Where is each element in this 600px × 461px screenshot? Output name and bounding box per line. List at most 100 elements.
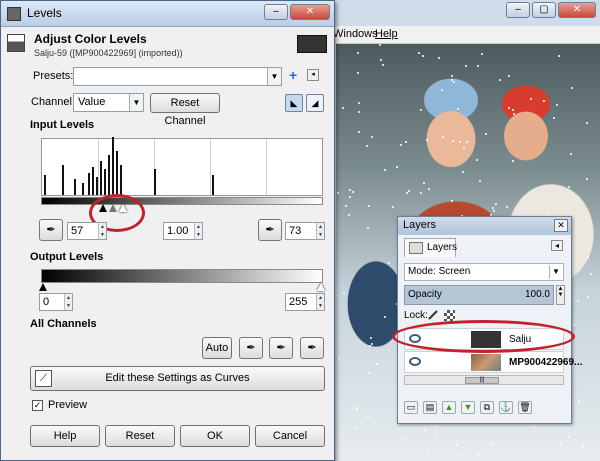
duplicate-layer-icon[interactable]: ⧉ (480, 401, 494, 414)
snow-speck (586, 178, 588, 180)
black-picker-icon[interactable]: ✒ (39, 219, 63, 241)
new-layer-icon[interactable]: ▭ (404, 401, 418, 414)
histogram-bar (92, 167, 94, 195)
snow-speck (452, 140, 454, 142)
channel-select[interactable]: Value ▼ (73, 93, 144, 112)
snow-speck (558, 55, 560, 57)
mode-select[interactable]: Mode: Screen ▼ (404, 263, 564, 281)
gimp-icon (7, 7, 21, 21)
white-picker-icon[interactable]: ✒ (300, 337, 324, 359)
menu-windows[interactable]: Windows (333, 28, 378, 40)
snow-speck (358, 111, 360, 113)
snow-speck (462, 171, 464, 173)
histogram-bar (62, 165, 64, 195)
log-histogram-icon[interactable]: ◢ (306, 94, 324, 112)
snow-speck (345, 205, 347, 207)
close-icon[interactable]: ✕ (554, 219, 568, 232)
close-icon[interactable]: ✕ (290, 4, 330, 20)
maximize-icon[interactable]: ▢ (532, 2, 556, 18)
layers-titlebar[interactable]: Layers ✕ (398, 217, 571, 235)
trash-icon[interactable]: 🗑 (518, 401, 532, 414)
tab-menu-icon[interactable]: ◂ (551, 240, 563, 251)
opacity-slider[interactable]: Opacity 100.0 (404, 285, 554, 305)
chevron-down-icon[interactable]: ▼ (267, 68, 281, 85)
histogram-gridline (266, 139, 267, 195)
layers-icon (409, 242, 423, 254)
spin-arrows-icon[interactable]: ▲ ▼ (316, 294, 324, 310)
snow-speck (577, 300, 579, 302)
histogram-bar (212, 175, 214, 195)
cancel-button[interactable]: Cancel (255, 425, 325, 447)
channel-value: Value (78, 96, 106, 108)
snow-speck (570, 153, 572, 155)
spin-arrows-icon[interactable]: ▲ ▼ (194, 223, 202, 239)
layer-row-photo[interactable]: MP900422969... (404, 351, 582, 373)
output-high-handle[interactable] (317, 283, 325, 291)
histogram-bar (112, 137, 114, 195)
anchor-icon[interactable]: ⚓ (499, 401, 513, 414)
snow-speck (490, 443, 492, 445)
minimize-icon[interactable]: – (506, 2, 530, 18)
help-button[interactable]: Help (30, 425, 100, 447)
input-gamma-spinner[interactable]: 1.00 ▲ ▼ (163, 222, 203, 240)
preview-checkbox[interactable]: ✓ (32, 400, 43, 411)
snow-speck (436, 435, 438, 437)
snow-speck (582, 445, 584, 447)
chevron-down-icon[interactable]: ▼ (129, 94, 143, 111)
spin-arrows-icon[interactable]: ▲ ▼ (316, 223, 324, 239)
lock-row: Lock: (404, 310, 455, 321)
tab-layers[interactable]: Layers (404, 238, 457, 257)
auto-button[interactable]: Auto (202, 337, 232, 359)
spin-arrows-icon[interactable]: ▲ ▼ (64, 294, 72, 310)
white-picker-icon[interactable]: ✒ (258, 219, 282, 241)
raise-layer-icon[interactable]: ▲ (442, 401, 456, 414)
image-window-controls: – ▢ ✕ (506, 2, 596, 18)
snow-speck (356, 427, 358, 429)
output-low-handle[interactable] (39, 283, 47, 291)
input-levels-heading: Input Levels (30, 119, 95, 131)
alpha-lock-icon[interactable] (444, 310, 455, 321)
opacity-spinner[interactable]: ▲ ▼ (556, 285, 565, 305)
ok-button[interactable]: OK (180, 425, 250, 447)
output-low-spinner[interactable]: 0 ▲ ▼ (39, 293, 73, 311)
snow-speck (477, 65, 479, 67)
eye-icon[interactable] (409, 357, 421, 366)
snow-speck (434, 425, 436, 427)
layers-title: Layers (403, 219, 437, 231)
snow-speck (359, 454, 361, 456)
snow-speck (408, 190, 410, 192)
black-picker-icon[interactable]: ✒ (239, 337, 263, 359)
histogram-gridline (98, 139, 99, 195)
layers-scrollbar[interactable]: ||| (404, 375, 564, 385)
lower-layer-icon[interactable]: ▼ (461, 401, 475, 414)
lock-label: Lock: (404, 310, 428, 321)
levels-titlebar[interactable]: Levels – ✕ (1, 1, 334, 27)
gray-picker-icon[interactable]: ✒ (269, 337, 293, 359)
add-preset-icon[interactable]: + (289, 67, 297, 83)
preset-menu-icon[interactable]: ◂ (307, 69, 319, 81)
folder-icon[interactable]: ▤ (423, 401, 437, 414)
output-high-spinner[interactable]: 255 ▲ ▼ (285, 293, 325, 311)
header-title: Adjust Color Levels (34, 32, 147, 46)
histogram-bar (104, 169, 106, 195)
input-high-spinner[interactable]: 73 ▲ ▼ (285, 222, 325, 240)
minimize-icon[interactable]: – (264, 4, 288, 20)
presets-combo[interactable]: ▼ (73, 67, 282, 86)
snow-speck (367, 416, 369, 418)
snow-speck (512, 109, 514, 111)
levels-window-controls: – ✕ (264, 4, 330, 20)
histogram-bar (120, 165, 122, 195)
linear-histogram-icon[interactable]: ◣ (285, 94, 303, 112)
chevron-down-icon[interactable]: ▼ (549, 265, 562, 279)
output-levels-heading: Output Levels (30, 251, 104, 263)
spin-arrows-icon[interactable]: ▲ ▼ (98, 223, 106, 239)
input-low-spinner[interactable]: 57 ▲ ▼ (67, 222, 107, 240)
snow-speck (349, 189, 351, 191)
reset-button[interactable]: Reset (105, 425, 175, 447)
menu-help[interactable]: Help (375, 28, 398, 40)
reset-channel-button[interactable]: Reset Channel (150, 93, 220, 127)
edit-as-curves-button[interactable]: ⟋ Edit these Settings as Curves (30, 366, 325, 391)
brush-icon[interactable] (428, 310, 438, 320)
scrollbar-thumb[interactable]: ||| (465, 377, 499, 384)
close-icon[interactable]: ✕ (558, 2, 596, 18)
